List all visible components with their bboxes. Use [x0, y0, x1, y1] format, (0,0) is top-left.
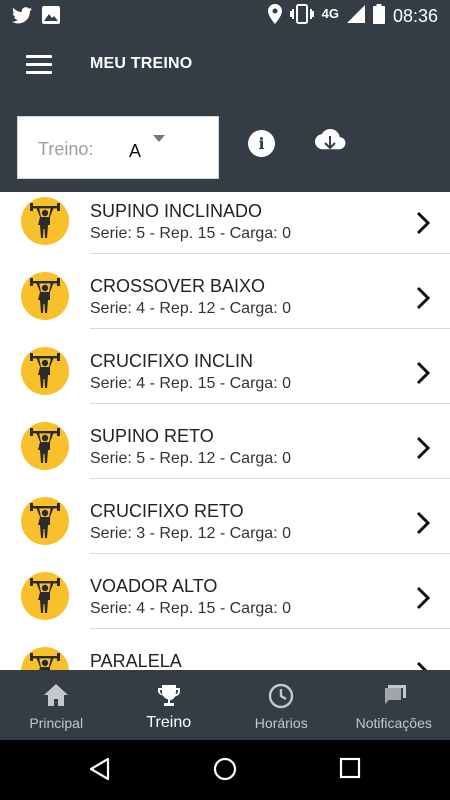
weightlifter-icon — [30, 578, 60, 613]
exercise-avatar — [21, 497, 69, 545]
chevron-right-icon — [416, 586, 431, 610]
chevron-right-icon — [416, 511, 431, 535]
menu-button[interactable] — [26, 55, 52, 75]
system-navigation-bar — [0, 740, 450, 800]
nav-label: Principal — [29, 715, 84, 731]
signal-icon — [346, 5, 365, 28]
row-divider — [90, 628, 450, 629]
exercise-row[interactable]: CRUCIFIXO INCLIN Serie: 4 - Rep. 15 - Car… — [0, 342, 450, 417]
exercise-detail: Serie: 4 - Rep. 15 - Carga: 0 — [90, 375, 291, 392]
exercise-list[interactable]: SUPINO INCLINADO Serie: 5 - Rep. 15 - Car… — [0, 192, 450, 670]
weightlifter-icon — [30, 353, 60, 388]
row-divider — [90, 253, 450, 254]
chevron-right-icon — [416, 436, 431, 460]
info-icon: i — [258, 134, 265, 153]
exercise-avatar — [21, 272, 69, 320]
weightlifter-icon — [30, 203, 60, 238]
nav-principal[interactable]: Principal — [0, 670, 113, 740]
info-button[interactable]: i — [248, 130, 275, 157]
cloud-download-button[interactable] — [314, 126, 346, 156]
exercise-row[interactable]: CROSSOVER BAIXO Serie: 4 - Rep. 12 - Carg… — [0, 267, 450, 342]
app-bar: MEU TREINO Treino: A i — [0, 32, 450, 192]
back-icon[interactable] — [88, 757, 112, 781]
weightlifter-icon — [30, 653, 60, 670]
exercise-row[interactable]: VOADOR ALTO Serie: 4 - Rep. 15 - Carga: 0 — [0, 567, 450, 642]
hamburger-icon — [26, 55, 52, 58]
exercise-detail: Serie: 3 - Rep. 12 - Carga: 0 — [90, 525, 291, 542]
chat-icon — [384, 685, 406, 704]
nav-label: Horários — [254, 715, 308, 731]
exercise-name: SUPINO RETO — [90, 426, 214, 446]
weightlifter-icon — [30, 503, 60, 538]
page-title: MEU TREINO — [90, 55, 193, 72]
treino-select[interactable]: Treino: A — [17, 116, 219, 179]
cloud-download-icon — [315, 129, 346, 150]
image-icon — [42, 6, 60, 29]
nav-notificacoes[interactable]: Notificações — [338, 670, 450, 740]
location-icon — [267, 4, 282, 29]
exercise-avatar — [21, 347, 69, 395]
trophy-icon — [157, 685, 180, 706]
chevron-right-icon — [416, 211, 431, 235]
exercise-detail: Serie: 4 - Rep. 15 - Carga: 0 — [90, 600, 291, 617]
exercise-avatar — [21, 197, 69, 245]
exercise-name: SUPINO INCLINADO — [90, 201, 263, 221]
exercise-name: CROSSOVER BAIXO — [90, 276, 266, 296]
exercise-name: PARALELA — [90, 651, 182, 670]
exercise-detail: Serie: 5 - Rep. 15 - Carga: 0 — [90, 225, 291, 242]
clock-time: 08:36 — [392, 6, 438, 26]
twitter-icon — [12, 6, 32, 29]
battery-icon — [372, 4, 385, 29]
exercise-row[interactable]: SUPINO INCLINADO Serie: 5 - Rep. 15 - Car… — [0, 192, 450, 267]
clock-icon — [269, 683, 294, 709]
row-divider — [90, 478, 450, 479]
network-type: 4G — [321, 6, 339, 21]
exercise-row[interactable]: SUPINO RETO Serie: 5 - Rep. 12 - Carga: 0 — [0, 417, 450, 492]
row-divider — [90, 328, 450, 329]
weightlifter-icon — [30, 278, 60, 313]
status-bar: 4G 08:36 — [0, 0, 450, 32]
row-divider — [90, 553, 450, 554]
chevron-right-icon — [416, 286, 431, 310]
nav-horarios[interactable]: Horários — [225, 670, 338, 740]
weightlifter-icon — [30, 428, 60, 463]
row-divider — [90, 403, 450, 404]
vibrate-icon — [289, 4, 314, 29]
treino-value: A — [129, 141, 142, 161]
exercise-name: CRUCIFIXO INCLIN — [90, 351, 254, 371]
chevron-right-icon — [416, 661, 428, 670]
hamburger-icon-line — [26, 63, 52, 66]
hamburger-icon-line — [26, 71, 52, 74]
treino-label: Treino: — [38, 139, 94, 159]
exercise-detail: Serie: 4 - Rep. 12 - Carga: 0 — [90, 300, 291, 317]
nav-label: Treino — [146, 714, 192, 731]
exercise-avatar — [21, 422, 69, 470]
exercise-name: VOADOR ALTO — [90, 576, 218, 596]
bottom-navigation: Principal Treino Horários Notificações — [0, 670, 450, 740]
exercise-name: CRUCIFIXO RETO — [90, 501, 244, 521]
nav-treino[interactable]: Treino — [113, 670, 226, 740]
home-icon — [44, 684, 69, 706]
recents-icon[interactable] — [339, 757, 361, 779]
chevron-right-icon — [416, 361, 431, 385]
exercise-avatar — [21, 572, 69, 620]
nav-label: Notificações — [355, 715, 432, 731]
exercise-row[interactable]: PARALELA — [0, 642, 450, 670]
home-circle-icon[interactable] — [213, 757, 237, 781]
exercise-detail: Serie: 5 - Rep. 12 - Carga: 0 — [90, 450, 291, 467]
exercise-row[interactable]: CRUCIFIXO RETO Serie: 3 - Rep. 12 - Carga… — [0, 492, 450, 567]
dropdown-arrow-icon — [153, 135, 165, 142]
exercise-avatar — [21, 647, 69, 670]
